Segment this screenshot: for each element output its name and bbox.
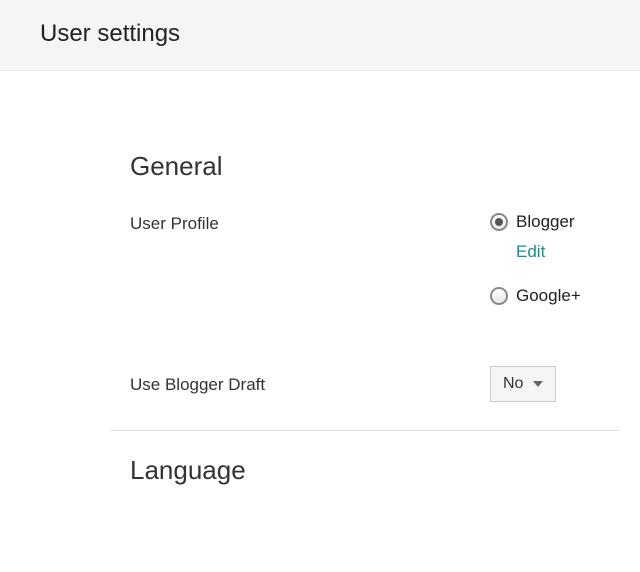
section-general-title: General bbox=[130, 151, 620, 182]
use-blogger-draft-control: No bbox=[490, 366, 620, 402]
page-title: User settings bbox=[40, 20, 600, 48]
content-area: General User Profile Blogger Edit Google… bbox=[0, 71, 640, 486]
radio-icon-unselected bbox=[490, 287, 508, 305]
radio-group-blogger: Blogger Edit Google+ bbox=[490, 212, 620, 306]
radio-option-blogger[interactable]: Blogger bbox=[490, 212, 620, 232]
dropdown-value: No bbox=[503, 375, 523, 393]
section-divider bbox=[110, 430, 620, 431]
edit-link[interactable]: Edit bbox=[516, 242, 545, 262]
radio-label-blogger: Blogger bbox=[516, 212, 575, 232]
label-user-profile: User Profile bbox=[130, 212, 490, 234]
page-header: User settings bbox=[0, 0, 640, 71]
radio-icon-selected bbox=[490, 213, 508, 231]
radio-option-googleplus[interactable]: Google+ bbox=[490, 286, 620, 306]
chevron-down-icon bbox=[533, 381, 543, 387]
section-language-title: Language bbox=[130, 455, 620, 486]
row-user-profile: User Profile Blogger Edit Google+ bbox=[130, 212, 620, 326]
radio-label-googleplus: Google+ bbox=[516, 286, 581, 306]
label-use-blogger-draft: Use Blogger Draft bbox=[130, 373, 490, 395]
user-profile-options: Blogger Edit Google+ bbox=[490, 212, 620, 326]
row-use-blogger-draft: Use Blogger Draft No bbox=[130, 366, 620, 402]
dropdown-use-blogger-draft[interactable]: No bbox=[490, 366, 556, 402]
